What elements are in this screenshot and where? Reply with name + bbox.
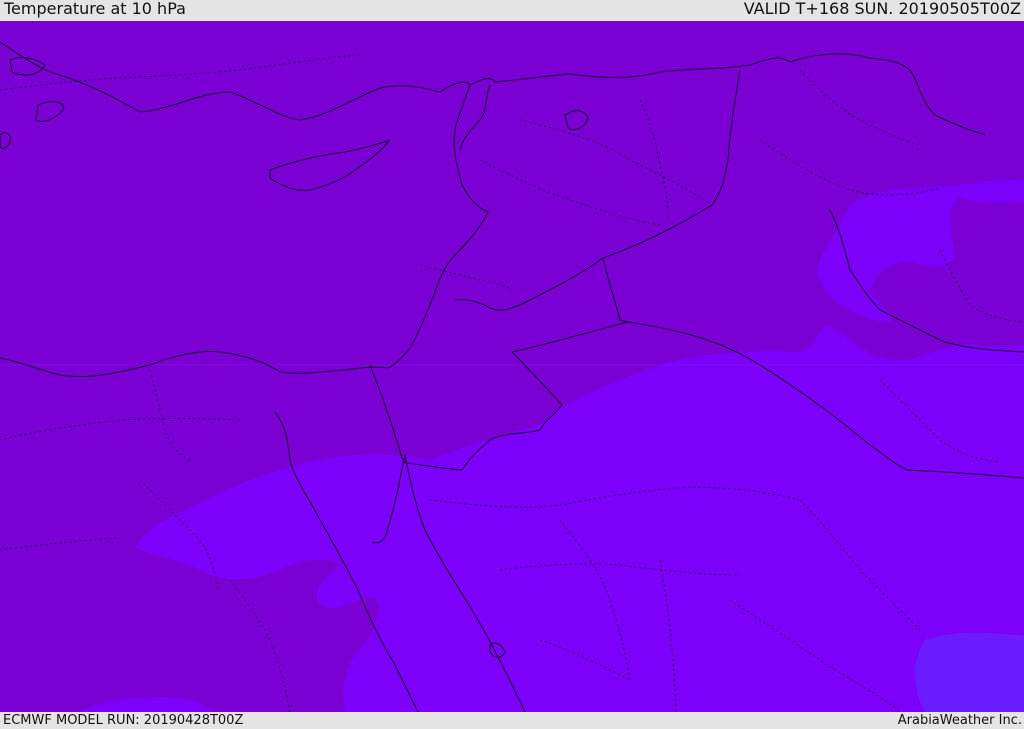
cool-patch-southwest bbox=[0, 548, 379, 712]
weather-map bbox=[0, 21, 1024, 712]
warmest-contour-southeast bbox=[914, 632, 1024, 712]
credit: ArabiaWeather Inc. bbox=[897, 713, 1022, 728]
valid-time: VALID T+168 SUN. 20190505T00Z bbox=[743, 0, 1021, 18]
header-bar: Temperature at 10 hPa VALID T+168 SUN. 2… bbox=[0, 0, 1024, 21]
footer-bar: ECMWF MODEL RUN: 20190428T00Z ArabiaWeat… bbox=[0, 712, 1024, 729]
map-svg bbox=[0, 21, 1024, 712]
model-run: ECMWF MODEL RUN: 20190428T00Z bbox=[3, 713, 244, 728]
map-title: Temperature at 10 hPa bbox=[4, 0, 186, 18]
